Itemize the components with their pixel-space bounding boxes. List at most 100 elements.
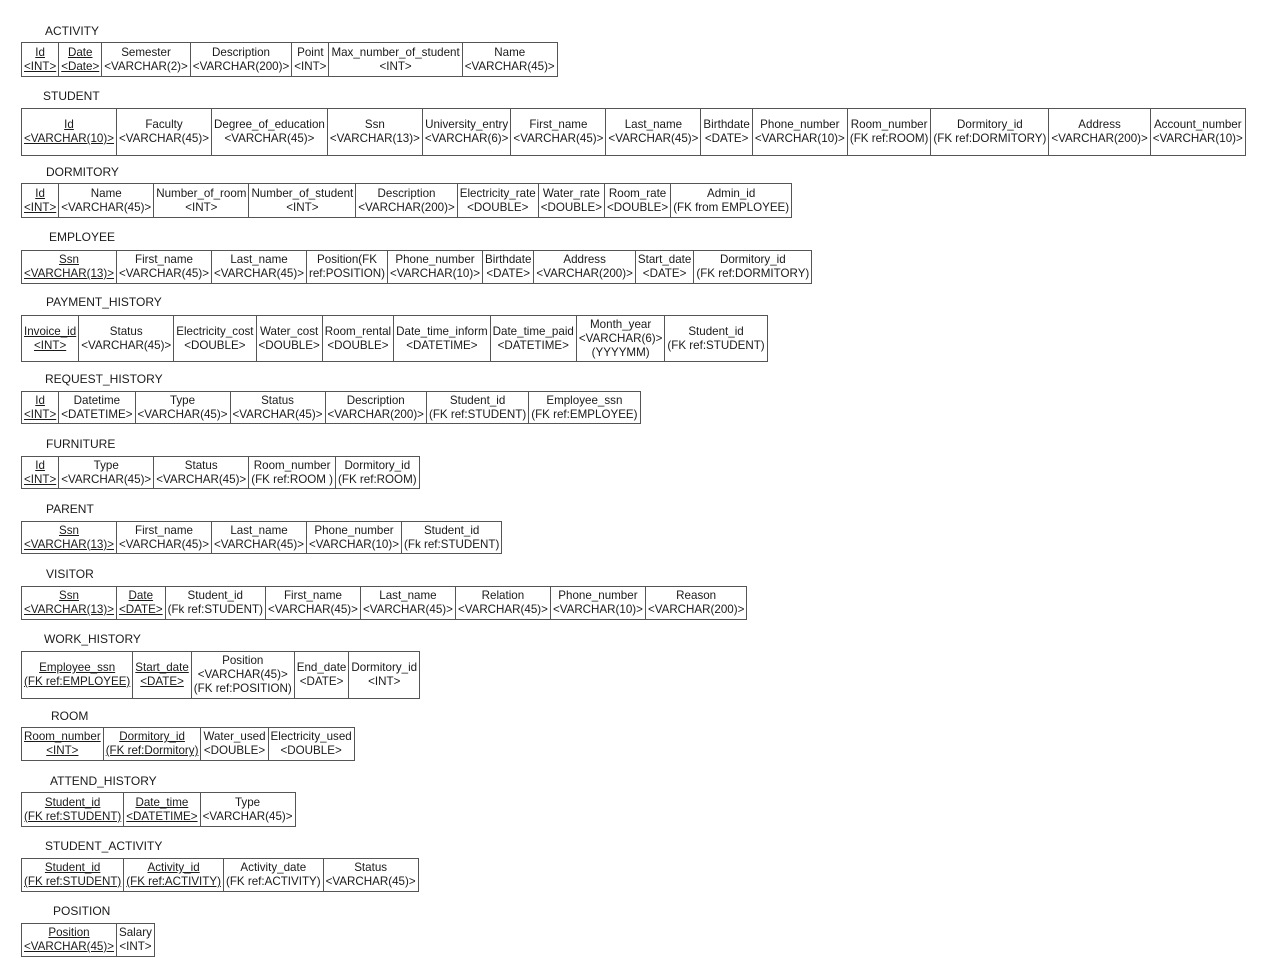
column-type: <DATETIME> (61, 407, 133, 421)
column-type: <VARCHAR(13)> (24, 603, 114, 616)
column-name: Admin_id (707, 186, 756, 200)
column-type: <DOUBLE> (467, 200, 529, 214)
column-room-rate: Room_rate <DOUBLE> (603, 183, 672, 218)
column-type: <DATE> (299, 675, 344, 688)
column-type: <VARCHAR(200)> (647, 603, 745, 616)
entity-table-dormitory: Id <INT> Name <VARCHAR(45)> Number_of_room <I… (20, 183, 793, 218)
column-type: Type <VARCHAR(45)> (199, 792, 296, 827)
column-type: (FK ref:STUDENT) (667, 338, 765, 352)
column-name: Description (346, 393, 405, 407)
column-type: <VARCHAR(45)> (119, 537, 209, 551)
column-birthdate: Birthdate <DATE> (482, 250, 535, 284)
column-name: Type (234, 795, 261, 809)
column-type: <DATETIME> (126, 809, 198, 823)
column-name: Phone_number (395, 253, 475, 266)
column-name: First_name (529, 118, 588, 131)
column-ssn-pk: Ssn <VARCHAR(13)> (21, 586, 117, 620)
column-end-date: End_date <DATE> (293, 651, 350, 699)
column-first-name: First_name <VARCHAR(45)> (116, 250, 212, 284)
column-university-entry: University_entry <VARCHAR(6)> (421, 108, 512, 156)
column-water-used: Water_used <DOUBLE> (200, 727, 269, 761)
column-type: <Date> (61, 59, 100, 73)
column-type: <DOUBLE> (327, 338, 389, 352)
column-name: Date_time_inform (396, 324, 488, 338)
column-first-name: First_name <VARCHAR(45)> (264, 586, 361, 620)
column-type: (Fk ref:STUDENT) (404, 537, 500, 551)
column-ssn-pk: Ssn <VARCHAR(13)> (21, 521, 117, 554)
column-id-pk: Id <INT> (20, 183, 60, 218)
column-name: Id (35, 393, 45, 407)
column-employee-ssn-pk: Employee_ssn (FK ref:EMPLOYEE) (20, 651, 134, 699)
column-student-id-pk: Student_id (FK ref:STUDENT) (20, 792, 125, 827)
column-name: Birthdate (485, 253, 532, 266)
column-type: (FK from EMPLOYEE) (673, 200, 790, 214)
column-student-id: Student_id (FK ref:STUDENT) (664, 315, 768, 362)
column-name: Dormitory_id (119, 730, 185, 743)
column-type: <VARCHAR(45)> (119, 132, 209, 145)
column-name: Position (222, 654, 264, 667)
column-type: <VARCHAR(6)> (578, 331, 663, 345)
column-name: Electricity_rate (459, 186, 536, 200)
column-date-time-paid: Date_time_paid <DATETIME> (489, 315, 577, 362)
table-title-employee: EMPLOYEE (49, 230, 116, 244)
column-last-name: Last_name <VARCHAR(45)> (605, 108, 702, 156)
column-description: Description <VARCHAR(200)> (189, 42, 293, 77)
column-type: <VARCHAR(200)> (358, 200, 455, 214)
column-description: Description <VARCHAR(200)> (324, 391, 427, 424)
column-name: Activity_id (147, 861, 200, 874)
column-type: <VARCHAR(2)> (104, 59, 188, 73)
column-birthdate: Birthdate <DATE> (700, 108, 753, 156)
column-type: <DOUBLE> (184, 338, 246, 352)
column-name: First_name (135, 253, 193, 266)
column-dormitory-id: Dormitory_id (FK ref:DORMITORY) (693, 250, 813, 284)
column-type: (FK ref:STUDENT) (428, 407, 527, 421)
column-name: Water_rate (542, 186, 600, 200)
table-title-attend-history: ATTEND_HISTORY (50, 774, 157, 788)
column-name: Student_id (449, 393, 506, 407)
column-name: Name (494, 45, 526, 59)
column-name: Last_name (379, 589, 437, 602)
entity-table-student-activity: Student_id (FK ref:STUDENT) Activity_id (FK… (20, 858, 419, 892)
table-title-dormitory: DORMITORY (46, 165, 119, 179)
column-name: Activity_date (240, 861, 307, 874)
column-account-number: Account_number <VARCHAR(10)> (1149, 108, 1246, 156)
column-type: <DATETIME> (497, 338, 569, 352)
table-title-visitor: VISITOR (46, 567, 94, 581)
column-name: Dormitory_id (351, 661, 418, 674)
column-date-pk: Date <Date> (58, 42, 103, 77)
column-name: Faculty (145, 118, 183, 131)
entity-table-parent: Ssn <VARCHAR(13)> First_name <VARCHAR(45)> L… (21, 521, 503, 554)
column-name: Room_rate (608, 186, 667, 200)
column-type: <INT> (46, 744, 79, 757)
column-type: <VARCHAR(45)> (608, 132, 699, 145)
column-name: Reason (676, 589, 717, 602)
column-name: Id (35, 458, 45, 472)
column-type: (FK ref:ROOM) (849, 132, 929, 145)
column-name: Last_name (230, 253, 288, 266)
column-water-rate: Water_rate <DOUBLE> (537, 183, 605, 218)
column-name: Employee_ssn (546, 393, 623, 407)
column-name: Ssn (59, 589, 79, 602)
column-type: <INT> (368, 675, 401, 688)
column-name: Employee_ssn (39, 661, 116, 674)
column-name: Status (261, 393, 294, 407)
column-type: <VARCHAR(45)> (464, 59, 555, 73)
column-type: (FK ref:STUDENT) (24, 809, 122, 823)
column-name: Number_of_student (251, 186, 354, 200)
table-title-work-history: WORK_HISTORY (44, 632, 141, 646)
column-name: Phone_number (558, 589, 638, 602)
table-title-furniture: FURNITURE (46, 437, 116, 451)
column-type: <INT> (34, 338, 67, 352)
column-name: Id (35, 186, 45, 200)
column-type: <VARCHAR(13)> (24, 537, 114, 551)
table-title-parent: PARENT (46, 502, 94, 516)
column-dormitory-id: Dormitory_id <INT> (348, 651, 421, 699)
column-name: First_name (135, 523, 193, 537)
column-type: <VARCHAR(45)> (457, 603, 548, 616)
column-name: Date (67, 45, 93, 59)
column-type: <VARCHAR(45)> (325, 875, 416, 888)
table-title-activity: ACTIVITY (45, 24, 100, 38)
column-type: <VARCHAR(10)> (754, 132, 845, 145)
column-salary: Salary <INT> (116, 923, 155, 957)
column-name: Birthdate (703, 118, 750, 131)
